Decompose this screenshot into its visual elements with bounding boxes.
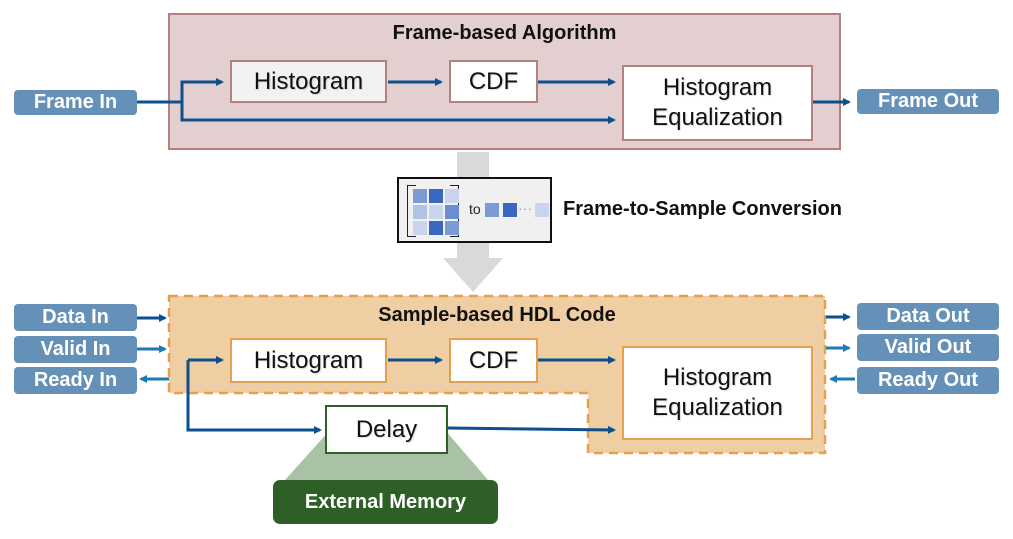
- sample-equalization-label-line2: Equalization: [652, 394, 783, 421]
- sample-histogram-block[interactable]: Histogram: [230, 338, 387, 383]
- matrix-bracket-icon: [407, 185, 459, 237]
- frame-equalization-label-line1: Histogram: [662, 74, 773, 101]
- frame-cdf-block[interactable]: CDF: [449, 60, 538, 103]
- frame-section-title: Frame-based Algorithm: [392, 22, 617, 44]
- sample-cdf-label: CDF: [468, 346, 519, 374]
- frame-in-port: Frame In: [14, 90, 137, 115]
- delay-label: Delay: [355, 415, 418, 443]
- data-out-port: Data Out: [857, 303, 999, 330]
- conversion-to-label: to: [469, 201, 481, 217]
- sample-square-1: [485, 203, 499, 217]
- frame-out-port: Frame Out: [857, 89, 999, 114]
- data-in-port: Data In: [14, 304, 137, 331]
- sample-equalization-block[interactable]: Histogram Equalization: [622, 346, 813, 440]
- valid-in-port: Valid In: [14, 336, 137, 363]
- sample-histogram-label: Histogram: [253, 346, 364, 374]
- sample-square-2: [503, 203, 517, 217]
- frame-cdf-label: CDF: [468, 67, 519, 95]
- conversion-label: Frame-to-Sample Conversion: [563, 198, 842, 220]
- ready-in-port: Ready In: [14, 367, 137, 394]
- frame-equalization-block[interactable]: Histogram Equalization: [622, 65, 813, 141]
- frame-to-sample-icon: to ···: [397, 177, 552, 243]
- external-memory-block: External Memory: [273, 480, 498, 524]
- sample-equalization-label-line1: Histogram: [662, 364, 773, 391]
- frame-histogram-block[interactable]: Histogram: [230, 60, 387, 103]
- ready-out-port: Ready Out: [857, 367, 999, 394]
- delay-block[interactable]: Delay: [325, 405, 448, 454]
- sample-cdf-block[interactable]: CDF: [449, 338, 538, 383]
- valid-out-port: Valid Out: [857, 334, 999, 361]
- frame-equalization-label-line2: Equalization: [652, 104, 783, 131]
- frame-histogram-label: Histogram: [253, 67, 364, 95]
- sample-square-n: [535, 203, 549, 217]
- conversion-ellipsis: ···: [518, 200, 532, 216]
- sample-section-title: Sample-based HDL Code: [378, 304, 616, 326]
